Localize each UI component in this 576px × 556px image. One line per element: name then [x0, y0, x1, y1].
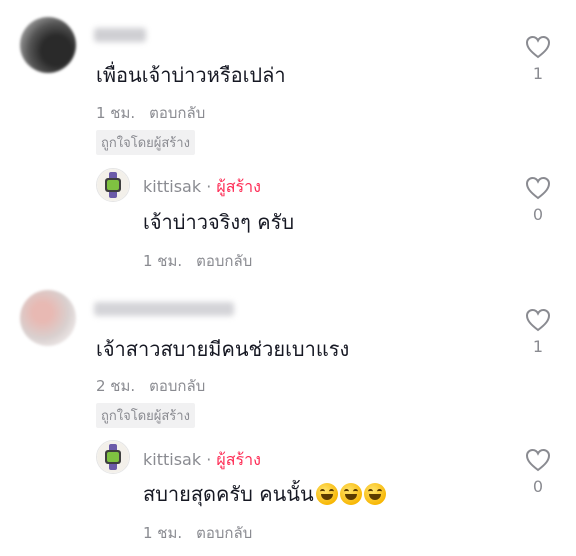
reply-author-line: kittisak · ผู้สร้าง — [143, 175, 261, 200]
reply-username[interactable]: kittisak — [143, 177, 201, 196]
like-count: 0 — [532, 477, 544, 496]
reply-author-line: kittisak · ผู้สร้าง — [143, 448, 261, 473]
grinning-sweat-emoji-icon — [363, 483, 386, 505]
reply-button[interactable]: ตอบกลับ — [196, 252, 252, 270]
grinning-sweat-emoji-icon — [315, 483, 338, 505]
reply-time: 1 ชม. — [143, 524, 183, 542]
heart-icon[interactable] — [525, 35, 551, 59]
commenter-name-blurred[interactable] — [94, 302, 234, 316]
separator-dot: · — [206, 177, 212, 196]
separator-dot: · — [206, 450, 212, 469]
liked-by-creator-tag: ถูกใจโดยผู้สร้าง — [96, 403, 195, 428]
heart-icon[interactable] — [525, 448, 551, 472]
creator-avatar[interactable] — [96, 168, 130, 202]
creator-badge: ผู้สร้าง — [216, 177, 261, 196]
creator-avatar[interactable] — [96, 440, 130, 474]
like-count: 1 — [532, 337, 544, 356]
reply-button[interactable]: ตอบกลับ — [149, 377, 205, 395]
commenter-avatar[interactable] — [20, 290, 76, 346]
creator-badge: ผู้สร้าง — [216, 450, 261, 469]
reply-text: สบายสุดครับ คนนั้น — [143, 482, 314, 506]
grinning-sweat-emoji-icon — [339, 483, 362, 505]
comment-time: 2 ชม. — [96, 377, 136, 395]
reply-button[interactable]: ตอบกลับ — [196, 524, 252, 542]
reply-text: เจ้าบ่าวจริงๆ ครับ — [143, 210, 295, 234]
reply-text-line: สบายสุดครับ คนนั้น — [143, 481, 386, 507]
comment-meta: 1 ชม. ตอบกลับ — [96, 101, 205, 125]
watch-avatar-icon — [97, 169, 129, 201]
like-count: 1 — [532, 64, 544, 83]
reply-time: 1 ชม. — [143, 252, 183, 270]
like-count: 0 — [532, 205, 544, 224]
reply-button[interactable]: ตอบกลับ — [149, 104, 205, 122]
commenter-name-blurred[interactable] — [94, 28, 146, 42]
comment-time: 1 ชม. — [96, 104, 136, 122]
heart-icon[interactable] — [525, 308, 551, 332]
liked-by-creator-tag: ถูกใจโดยผู้สร้าง — [96, 130, 195, 155]
heart-icon[interactable] — [525, 176, 551, 200]
reply-meta: 1 ชม. ตอบกลับ — [143, 249, 252, 273]
comment-text: เพื่อนเจ้าบ่าวหรือเปล่า — [96, 63, 286, 87]
comment-meta: 2 ชม. ตอบกลับ — [96, 374, 205, 398]
reply-username[interactable]: kittisak — [143, 450, 201, 469]
watch-avatar-icon — [97, 441, 129, 473]
commenter-avatar[interactable] — [20, 17, 76, 73]
comment-text: เจ้าสาวสบายมีคนช่วยเบาแรง — [96, 337, 350, 361]
reply-meta: 1 ชม. ตอบกลับ — [143, 521, 252, 545]
